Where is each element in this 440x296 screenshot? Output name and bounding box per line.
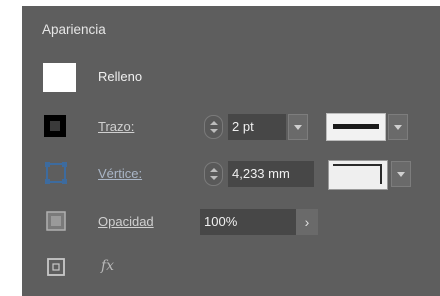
- opacity-label-link[interactable]: Opacidad: [98, 214, 154, 229]
- appearance-panel: Apariencia Relleno Trazo: 2 pt Vértice: …: [22, 6, 440, 296]
- opacity-slider-arrow-button[interactable]: ›: [296, 209, 318, 235]
- stroke-label-link[interactable]: Trazo:: [98, 119, 134, 134]
- stroke-row: Trazo: 2 pt: [22, 110, 440, 144]
- corner-vertex-icon[interactable]: [44, 161, 68, 185]
- vertex-style-dropdown[interactable]: [391, 161, 411, 187]
- vertex-label-link[interactable]: Vértice:: [98, 166, 142, 181]
- effects-fx-button[interactable]: fx: [101, 258, 114, 274]
- add-effect-icon[interactable]: [44, 255, 68, 279]
- effects-row: fx: [22, 251, 440, 285]
- vertex-radius-stepper[interactable]: [204, 162, 223, 186]
- fill-row: Relleno: [22, 60, 440, 94]
- opacity-row: Opacidad 100% ›: [22, 205, 440, 239]
- stroke-style-preview[interactable]: [326, 113, 386, 141]
- stroke-style-dropdown[interactable]: [388, 114, 408, 140]
- fill-swatch-icon[interactable]: [43, 63, 76, 92]
- vertex-style-preview[interactable]: [328, 160, 388, 190]
- vertex-row: Vértice: 4,233 mm: [22, 157, 440, 191]
- stroke-weight-dropdown[interactable]: [288, 114, 308, 140]
- opacity-icon[interactable]: [44, 209, 68, 233]
- opacity-field[interactable]: 100%: [200, 209, 296, 235]
- stroke-weight-field[interactable]: 2 pt: [228, 114, 286, 140]
- vertex-radius-field[interactable]: 4,233 mm: [228, 161, 314, 187]
- fill-label: Relleno: [98, 69, 143, 84]
- stroke-swatch-icon[interactable]: [44, 115, 66, 137]
- panel-title: Apariencia: [42, 22, 106, 37]
- stroke-weight-stepper[interactable]: [204, 115, 223, 139]
